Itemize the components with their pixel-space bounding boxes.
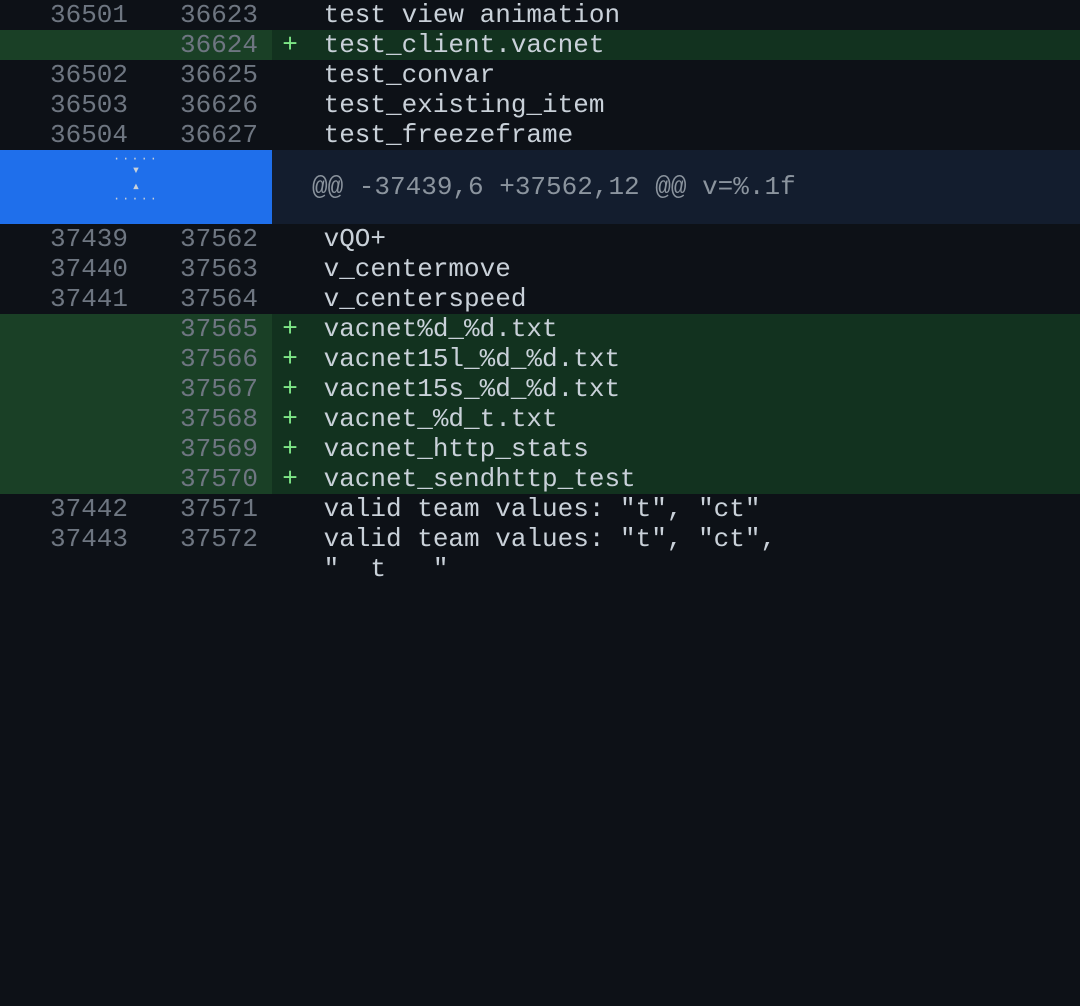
diff-line-content: vacnet%d_%d.txt	[308, 314, 1080, 344]
diff-line-content: test_freezeframe	[308, 120, 1080, 150]
diff-marker	[272, 224, 308, 254]
diff-row: 3743937562 vQO+	[0, 224, 1080, 254]
diff-line-content: v_centermove	[308, 254, 1080, 284]
diff-marker: +	[272, 404, 308, 434]
diff-line-content: test_existing_item	[308, 90, 1080, 120]
diff-line-content: test view animation	[308, 0, 1080, 30]
diff-line-content: vacnet15l_%d_%d.txt	[308, 344, 1080, 374]
line-number-old[interactable]	[0, 374, 136, 404]
diff-marker	[272, 120, 308, 150]
diff-line-content: valid team values: "t", "ct",	[308, 524, 1080, 554]
line-number-new[interactable]: 36627	[136, 120, 272, 150]
diff-marker: +	[272, 30, 308, 60]
diff-line-content: v_centerspeed	[308, 284, 1080, 314]
diff-line-content: vacnet15s_%d_%d.txt	[308, 374, 1080, 404]
diff-line-content: test_client.vacnet	[308, 30, 1080, 60]
line-number-new[interactable]: 37570	[136, 464, 272, 494]
line-number-old[interactable]	[0, 404, 136, 434]
line-number-old[interactable]	[0, 554, 136, 584]
diff-marker	[272, 60, 308, 90]
diff-row: 3650236625 test_convar	[0, 60, 1080, 90]
line-number-new[interactable]: 37568	[136, 404, 272, 434]
diff-marker	[272, 90, 308, 120]
line-number-old[interactable]	[0, 344, 136, 374]
diff-line-content: vacnet_sendhttp_test	[308, 464, 1080, 494]
diff-row: 3744137564 v_centerspeed	[0, 284, 1080, 314]
diff-row: 37566+ vacnet15l_%d_%d.txt	[0, 344, 1080, 374]
diff-marker	[272, 0, 308, 30]
line-number-new[interactable]: 37572	[136, 524, 272, 554]
line-number-old[interactable]: 36504	[0, 120, 136, 150]
diff-row: 37569+ vacnet_http_stats	[0, 434, 1080, 464]
diff-marker	[272, 254, 308, 284]
diff-line-content: vacnet_http_stats	[308, 434, 1080, 464]
line-number-new[interactable]: 37564	[136, 284, 272, 314]
diff-marker	[272, 554, 308, 584]
hunk-header-text: @@ -37439,6 +37562,12 @@ v=%.1f	[272, 150, 1080, 224]
line-number-new[interactable]: 36623	[136, 0, 272, 30]
line-number-new[interactable]: 37566	[136, 344, 272, 374]
line-number-new[interactable]	[136, 554, 272, 584]
arrow-down-icon: ▾	[132, 164, 140, 178]
diff-marker	[272, 284, 308, 314]
diff-row: 36624+ test_client.vacnet	[0, 30, 1080, 60]
diff-line-content: valid team values: "t", "ct"	[308, 494, 1080, 524]
diff-row: 37565+ vacnet%d_%d.txt	[0, 314, 1080, 344]
diff-marker: +	[272, 464, 308, 494]
diff-row: 3650336626 test_existing_item	[0, 90, 1080, 120]
line-number-old[interactable]: 37440	[0, 254, 136, 284]
diff-row: 3744037563 v_centermove	[0, 254, 1080, 284]
line-number-new[interactable]: 37567	[136, 374, 272, 404]
diff-row: 3650436627 test_freezeframe	[0, 120, 1080, 150]
line-number-new[interactable]: 37562	[136, 224, 272, 254]
line-number-old[interactable]: 37443	[0, 524, 136, 554]
diff-marker: +	[272, 434, 308, 464]
diff-row: 3650136623 test view animation	[0, 0, 1080, 30]
line-number-new[interactable]: 37571	[136, 494, 272, 524]
line-number-old[interactable]: 36502	[0, 60, 136, 90]
diff-row: 3744237571 valid team values: "t", "ct"	[0, 494, 1080, 524]
diff-row: 3744337572 valid team values: "t", "ct",	[0, 524, 1080, 554]
line-number-old[interactable]	[0, 314, 136, 344]
diff-row: 37567+ vacnet15s_%d_%d.txt	[0, 374, 1080, 404]
diff-marker	[272, 494, 308, 524]
diff-marker	[272, 524, 308, 554]
line-number-new[interactable]: 36624	[136, 30, 272, 60]
diff-marker: +	[272, 374, 308, 404]
expand-hunk-button[interactable]: ·····▾▴·····	[0, 150, 272, 224]
hunk-header-row: ·····▾▴·····@@ -37439,6 +37562,12 @@ v=%…	[0, 150, 1080, 224]
line-number-old[interactable]	[0, 464, 136, 494]
line-number-old[interactable]: 36501	[0, 0, 136, 30]
diff-row: 37570+ vacnet_sendhttp_test	[0, 464, 1080, 494]
diff-line-content: " t "	[308, 554, 1080, 584]
line-number-new[interactable]: 36626	[136, 90, 272, 120]
line-number-new[interactable]: 37565	[136, 314, 272, 344]
dots-icon: ·····	[113, 196, 159, 202]
line-number-old[interactable]: 37442	[0, 494, 136, 524]
dots-icon: ·····	[113, 156, 159, 162]
line-number-old[interactable]	[0, 434, 136, 464]
line-number-old[interactable]: 37441	[0, 284, 136, 314]
diff-line-content: vacnet_%d_t.txt	[308, 404, 1080, 434]
diff-row: " t "	[0, 554, 1080, 584]
line-number-new[interactable]: 37563	[136, 254, 272, 284]
diff-marker: +	[272, 344, 308, 374]
line-number-new[interactable]: 36625	[136, 60, 272, 90]
line-number-old[interactable]: 37439	[0, 224, 136, 254]
diff-line-content: test_convar	[308, 60, 1080, 90]
line-number-old[interactable]	[0, 30, 136, 60]
diff-line-content: vQO+	[308, 224, 1080, 254]
diff-row: 37568+ vacnet_%d_t.txt	[0, 404, 1080, 434]
line-number-new[interactable]: 37569	[136, 434, 272, 464]
diff-table: 3650136623 test view animation36624+ tes…	[0, 0, 1080, 584]
line-number-old[interactable]: 36503	[0, 90, 136, 120]
diff-marker: +	[272, 314, 308, 344]
